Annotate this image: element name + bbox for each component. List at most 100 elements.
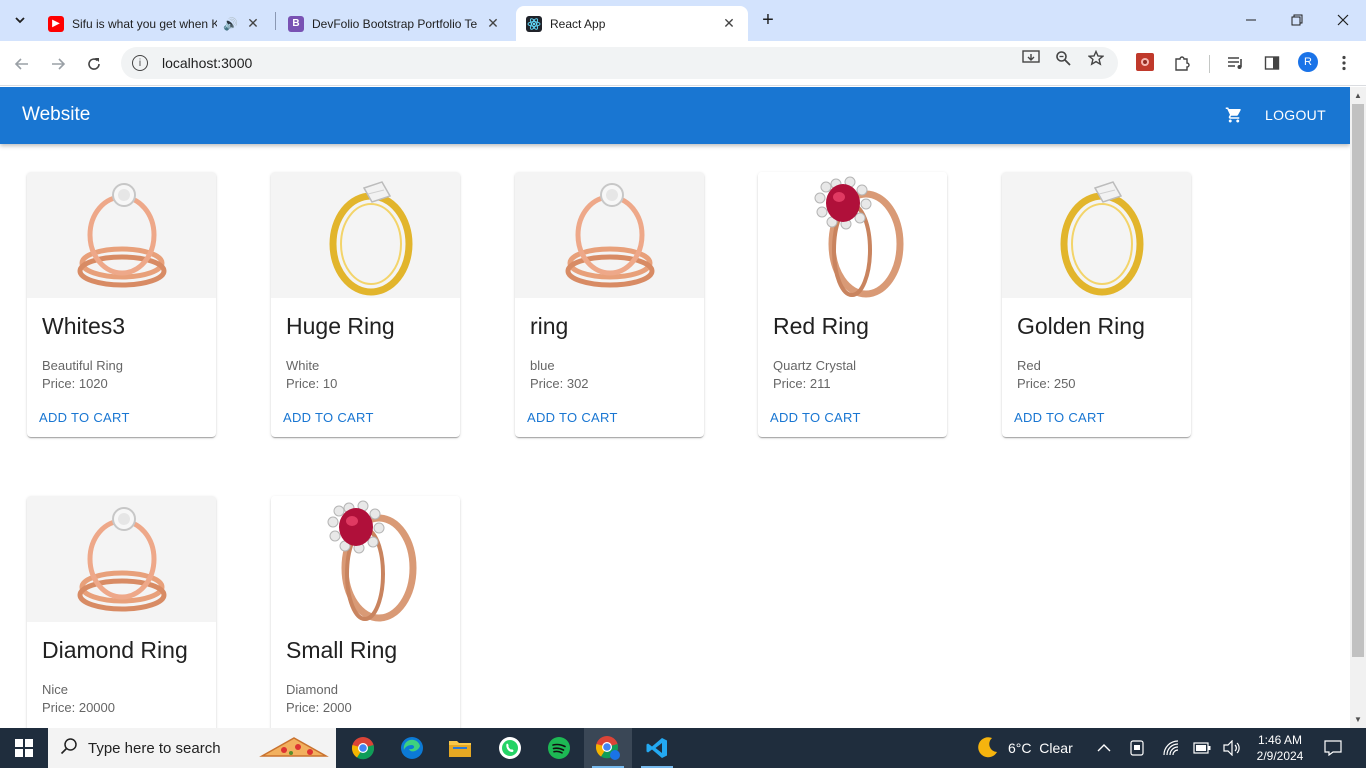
whatsapp-taskbar-icon[interactable] — [486, 728, 534, 768]
battery-icon[interactable] — [1193, 728, 1211, 768]
tab-separator — [275, 12, 276, 30]
profile-avatar[interactable]: R — [1298, 52, 1318, 72]
chrome-taskbar-icon[interactable] — [339, 728, 387, 768]
ruby-halo-ring-icon — [814, 176, 903, 298]
close-window-icon[interactable] — [1320, 0, 1366, 40]
extensions-puzzle-icon[interactable] — [1172, 53, 1192, 73]
scroll-down-arrow-icon[interactable]: ▼ — [1354, 715, 1362, 724]
product-name[interactable]: Red Ring — [773, 312, 932, 340]
tab-react-app[interactable]: React App ✕ — [516, 6, 748, 41]
speaker-icon[interactable]: 🔊 — [223, 17, 238, 31]
add-to-cart-button[interactable]: ADD TO CART — [39, 410, 130, 425]
product-card: Golden Ring Red Price: 250 ADD TO CART — [1002, 172, 1191, 437]
address-bar[interactable]: i localhost:3000 — [121, 47, 1118, 79]
product-name[interactable]: Diamond Ring — [42, 636, 201, 664]
tab-devfolio[interactable]: B DevFolio Bootstrap Portfolio Te ✕ — [278, 6, 512, 41]
brand-title[interactable]: Website — [22, 104, 90, 126]
product-price: Price: 10 — [286, 376, 338, 391]
toolbar-divider — [1209, 55, 1210, 73]
taskbar-search-input[interactable]: Type here to search — [48, 728, 336, 768]
tab-title: Sifu is what you get when K — [72, 16, 218, 31]
pizza-doodle-icon — [258, 734, 330, 767]
extension-red-icon[interactable] — [1136, 53, 1154, 71]
zoom-icon[interactable] — [1054, 49, 1072, 67]
app-bar: Website LOGOUT — [0, 87, 1350, 144]
clock-date: 2/9/2024 — [1256, 749, 1304, 763]
site-info-icon[interactable]: i — [132, 55, 148, 71]
product-image — [271, 172, 460, 298]
volume-icon[interactable] — [1223, 728, 1241, 768]
close-tab-icon[interactable]: ✕ — [244, 15, 262, 32]
product-description: Diamond — [286, 682, 339, 697]
bookmark-star-icon[interactable] — [1087, 49, 1105, 67]
tray-chevron-icon[interactable] — [1097, 728, 1111, 768]
product-price: Price: 250 — [1017, 376, 1076, 391]
meet-now-icon[interactable] — [1130, 728, 1144, 768]
tab-youtube[interactable]: ▶ Sifu is what you get when K 🔊 ✕ — [38, 6, 272, 41]
new-tab-icon[interactable]: + — [758, 8, 778, 32]
search-icon — [60, 737, 78, 760]
product-name[interactable]: Small Ring — [286, 636, 445, 664]
add-to-cart-button[interactable]: ADD TO CART — [283, 410, 374, 425]
tab-search-chevron-icon[interactable] — [8, 8, 32, 32]
weather-widget[interactable]: 6°C Clear — [976, 728, 1073, 768]
react-icon — [526, 15, 542, 32]
spotify-taskbar-icon[interactable] — [535, 728, 583, 768]
product-price: Price: 2000 — [286, 700, 352, 715]
product-image — [758, 172, 947, 298]
product-description: Red — [1017, 358, 1041, 373]
add-to-cart-button[interactable]: ADD TO CART — [770, 410, 861, 425]
notifications-icon[interactable] — [1324, 728, 1342, 768]
edge-taskbar-icon[interactable] — [388, 728, 436, 768]
close-tab-icon[interactable]: ✕ — [720, 15, 738, 32]
add-to-cart-button[interactable]: ADD TO CART — [527, 410, 618, 425]
product-description: Quartz Crystal — [773, 358, 857, 373]
youtube-icon: ▶ — [48, 15, 64, 32]
side-panel-icon[interactable] — [1262, 53, 1282, 73]
windows-taskbar: Type here to search 6°C Clear 1:46 AM 2/… — [0, 728, 1366, 768]
product-image — [271, 496, 460, 622]
close-tab-icon[interactable]: ✕ — [484, 15, 502, 32]
product-card: ring blue Price: 302 ADD TO CART — [515, 172, 704, 437]
file-explorer-taskbar-icon[interactable] — [436, 728, 484, 768]
product-description: White — [286, 358, 320, 373]
windows-start-icon[interactable] — [0, 728, 48, 768]
cart-icon[interactable] — [1225, 106, 1245, 126]
gold-solitaire-ring-icon — [1060, 181, 1143, 296]
product-image — [27, 496, 216, 622]
product-name[interactable]: Huge Ring — [286, 312, 445, 340]
scroll-thumb[interactable] — [1352, 104, 1364, 657]
weather-text: 6°C Clear — [1008, 740, 1073, 756]
product-name[interactable]: ring — [530, 312, 689, 340]
product-price: Price: 1020 — [42, 376, 108, 391]
product-card: Huge Ring White Price: 10 ADD TO CART — [271, 172, 460, 437]
product-image — [515, 172, 704, 298]
media-control-icon[interactable] — [1226, 53, 1246, 73]
product-card: Red Ring Quartz Crystal Price: 211 ADD T… — [758, 172, 947, 437]
wifi-icon[interactable] — [1162, 728, 1180, 768]
restore-icon[interactable] — [1274, 0, 1320, 40]
ruby-halo-ring-icon — [327, 500, 416, 622]
product-image — [1002, 172, 1191, 298]
system-clock[interactable]: 1:46 AM 2/9/2024 — [1256, 732, 1304, 764]
forward-icon[interactable] — [44, 50, 72, 78]
product-description: Beautiful Ring — [42, 358, 123, 373]
scroll-up-arrow-icon[interactable]: ▲ — [1354, 91, 1362, 100]
browser-toolbar: i localhost:3000 R — [0, 41, 1366, 86]
gold-solitaire-ring-icon — [329, 181, 412, 296]
product-price: Price: 302 — [530, 376, 589, 391]
rose-gold-halo-ring-icon — [77, 183, 166, 288]
vscode-taskbar-icon[interactable] — [633, 728, 681, 768]
add-to-cart-button[interactable]: ADD TO CART — [1014, 410, 1105, 425]
back-icon[interactable] — [8, 50, 36, 78]
chrome-profile-taskbar-icon[interactable] — [584, 728, 632, 768]
install-app-icon[interactable] — [1022, 49, 1040, 67]
product-name[interactable]: Whites3 — [42, 312, 201, 340]
page-scrollbar[interactable]: ▲ ▼ — [1350, 87, 1366, 728]
logout-button[interactable]: LOGOUT — [1265, 107, 1326, 123]
url-text[interactable]: localhost:3000 — [162, 55, 252, 71]
minimize-icon[interactable] — [1228, 0, 1274, 40]
reload-icon[interactable] — [80, 50, 108, 78]
chrome-menu-icon[interactable] — [1334, 53, 1354, 73]
product-name[interactable]: Golden Ring — [1017, 312, 1176, 340]
